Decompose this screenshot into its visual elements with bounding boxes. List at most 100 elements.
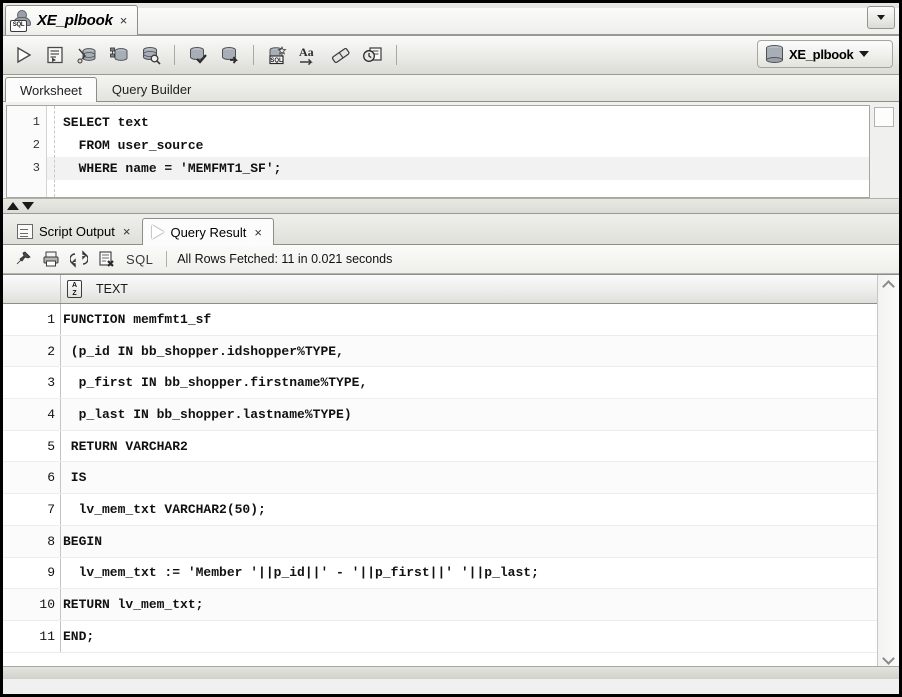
cell-text[interactable]: p_first IN bb_shopper.firstname%TYPE, bbox=[61, 367, 877, 398]
cell-text[interactable]: FUNCTION memfmt1_sf bbox=[61, 304, 877, 335]
grid-body: AZ TEXT 1 FUNCTION memfmt1_sf 2 (p_id IN… bbox=[3, 275, 877, 666]
clear-button[interactable] bbox=[326, 40, 356, 70]
chevron-down-icon[interactable] bbox=[883, 653, 894, 660]
cell-text[interactable]: p_last IN bb_shopper.lastname%TYPE) bbox=[61, 399, 877, 430]
chevron-up-icon[interactable] bbox=[883, 281, 894, 288]
cell-text[interactable]: RETURN VARCHAR2 bbox=[61, 431, 877, 462]
history-button[interactable] bbox=[358, 40, 388, 70]
run-script-button[interactable] bbox=[40, 40, 70, 70]
grid-column-header-text[interactable]: AZ TEXT bbox=[61, 275, 877, 303]
chevron-down-icon bbox=[859, 51, 870, 57]
cell-text[interactable]: BEGIN bbox=[61, 526, 877, 557]
script-output-icon bbox=[17, 224, 33, 239]
table-row[interactable]: 2 (p_id IN bb_shopper.idshopper%TYPE, bbox=[3, 335, 877, 368]
sql-tuning-button[interactable] bbox=[136, 40, 166, 70]
toolbar-separator-1 bbox=[174, 45, 175, 65]
line-number: 3 bbox=[32, 161, 40, 175]
sql-editor[interactable]: 1 2 3 SELECT text FROM user_source WHERE… bbox=[6, 105, 870, 198]
refresh-arrows-icon bbox=[70, 250, 88, 268]
connection-selector[interactable]: XE_plbook bbox=[757, 40, 893, 68]
sql-developer-window: SQL XE_plbook × SQL Aa XE_plbook Workshe… bbox=[0, 0, 902, 697]
code-line: FROM user_source bbox=[63, 138, 204, 153]
table-row[interactable]: 9 lv_mem_txt := 'Member '||p_id||' - '||… bbox=[3, 557, 877, 590]
database-search-icon bbox=[143, 47, 161, 65]
print-button[interactable] bbox=[39, 248, 63, 270]
row-number: 10 bbox=[3, 589, 61, 620]
row-number: 8 bbox=[3, 525, 61, 557]
table-row[interactable]: 8 BEGIN bbox=[3, 525, 877, 558]
results-toolbar-separator bbox=[166, 251, 168, 267]
table-row[interactable]: 6 IS bbox=[3, 462, 877, 495]
sqlplus-button[interactable]: SQL bbox=[262, 40, 292, 70]
rollback-button[interactable] bbox=[215, 40, 245, 70]
run-triangle-icon bbox=[17, 46, 32, 64]
cell-text[interactable]: IS bbox=[61, 462, 877, 493]
cell-text[interactable]: (p_id IN bb_shopper.idshopper%TYPE, bbox=[61, 336, 877, 367]
line-number: 1 bbox=[32, 115, 40, 129]
autotrace-icon bbox=[77, 48, 96, 64]
code-line: WHERE name = 'MEMFMT1_SF'; bbox=[47, 157, 869, 180]
commit-button[interactable] bbox=[183, 40, 213, 70]
az-sort-icon[interactable]: AZ bbox=[67, 280, 82, 298]
table-row[interactable]: 3 p_first IN bb_shopper.firstname%TYPE, bbox=[3, 367, 877, 400]
close-icon[interactable]: × bbox=[121, 225, 133, 238]
tabstrip-menu-button[interactable] bbox=[867, 6, 895, 29]
row-number: 9 bbox=[3, 557, 61, 589]
line-number: 2 bbox=[32, 138, 40, 152]
clear-results-button[interactable] bbox=[95, 248, 119, 270]
toolbar-separator-3 bbox=[396, 45, 397, 65]
results-toolbar: SQL All Rows Fetched: 11 in 0.021 second… bbox=[3, 245, 899, 274]
worksheet-tabbar: Worksheet Query Builder bbox=[3, 75, 899, 102]
autotrace-button[interactable] bbox=[72, 40, 102, 70]
code-outline-toggle-button[interactable] bbox=[874, 107, 894, 127]
tab-script-output[interactable]: Script Output × bbox=[7, 218, 142, 244]
document-tabstrip: SQL XE_plbook × bbox=[3, 3, 899, 36]
pin-icon bbox=[16, 251, 31, 265]
database-cylinder-icon bbox=[766, 45, 783, 63]
row-number: 4 bbox=[3, 399, 61, 430]
table-row[interactable]: 10 RETURN lv_mem_txt; bbox=[3, 589, 877, 621]
row-number: 1 bbox=[3, 304, 61, 335]
format-button[interactable]: Aa bbox=[294, 40, 324, 70]
table-row[interactable]: 4 p_last IN bb_shopper.lastname%TYPE) bbox=[3, 399, 877, 431]
refresh-button[interactable] bbox=[67, 248, 91, 270]
cell-text[interactable]: RETURN lv_mem_txt; bbox=[61, 589, 877, 620]
query-result-grid: AZ TEXT 1 FUNCTION memfmt1_sf 2 (p_id IN… bbox=[3, 274, 899, 666]
explain-plan-button[interactable] bbox=[104, 40, 134, 70]
close-icon[interactable]: × bbox=[118, 14, 130, 27]
code-line: SELECT text bbox=[63, 115, 149, 130]
status-bar bbox=[3, 666, 899, 679]
document-delete-icon bbox=[99, 251, 114, 267]
table-row[interactable]: 1 FUNCTION memfmt1_sf bbox=[3, 304, 877, 336]
pin-button[interactable] bbox=[11, 248, 35, 270]
row-number: 7 bbox=[3, 494, 61, 525]
row-number: 5 bbox=[3, 430, 61, 462]
document-tab-label: XE_plbook bbox=[37, 12, 113, 29]
table-row[interactable]: 5 RETURN VARCHAR2 bbox=[3, 430, 877, 463]
editor-results-splitter[interactable] bbox=[3, 198, 899, 214]
database-check-icon bbox=[190, 47, 207, 64]
tab-query-result[interactable]: Query Result × bbox=[142, 218, 274, 245]
grid-vertical-scrollbar[interactable] bbox=[877, 275, 899, 666]
triangle-up-icon[interactable] bbox=[7, 202, 19, 210]
cell-text[interactable]: END; bbox=[61, 621, 877, 652]
chevron-down-icon bbox=[877, 15, 885, 20]
cell-text[interactable]: lv_mem_txt VARCHAR2(50); bbox=[61, 494, 877, 525]
run-script-icon bbox=[47, 46, 63, 64]
editor-code-area[interactable]: SELECT text FROM user_source WHERE name … bbox=[47, 106, 869, 197]
table-row[interactable]: 11 END; bbox=[3, 620, 877, 653]
close-icon[interactable]: × bbox=[252, 226, 264, 239]
tab-script-output-label: Script Output bbox=[39, 224, 115, 239]
indent-guide bbox=[54, 106, 55, 197]
document-tab-xe-plbook[interactable]: SQL XE_plbook × bbox=[5, 5, 139, 35]
tab-worksheet[interactable]: Worksheet bbox=[5, 77, 97, 102]
table-row[interactable]: 7 lv_mem_txt VARCHAR2(50); bbox=[3, 494, 877, 526]
tab-query-builder[interactable]: Query Builder bbox=[97, 77, 206, 101]
editor-line-numbers: 1 2 3 bbox=[7, 106, 47, 197]
tab-query-result-label: Query Result bbox=[170, 224, 247, 240]
triangle-down-icon[interactable] bbox=[22, 202, 34, 210]
cell-text[interactable]: lv_mem_txt := 'Member '||p_id||' - '||p_… bbox=[61, 558, 877, 589]
rows-fetched-status: All Rows Fetched: 11 in 0.021 seconds bbox=[177, 252, 393, 266]
svg-text:SQL: SQL bbox=[270, 58, 283, 64]
run-statement-button[interactable] bbox=[8, 40, 38, 70]
